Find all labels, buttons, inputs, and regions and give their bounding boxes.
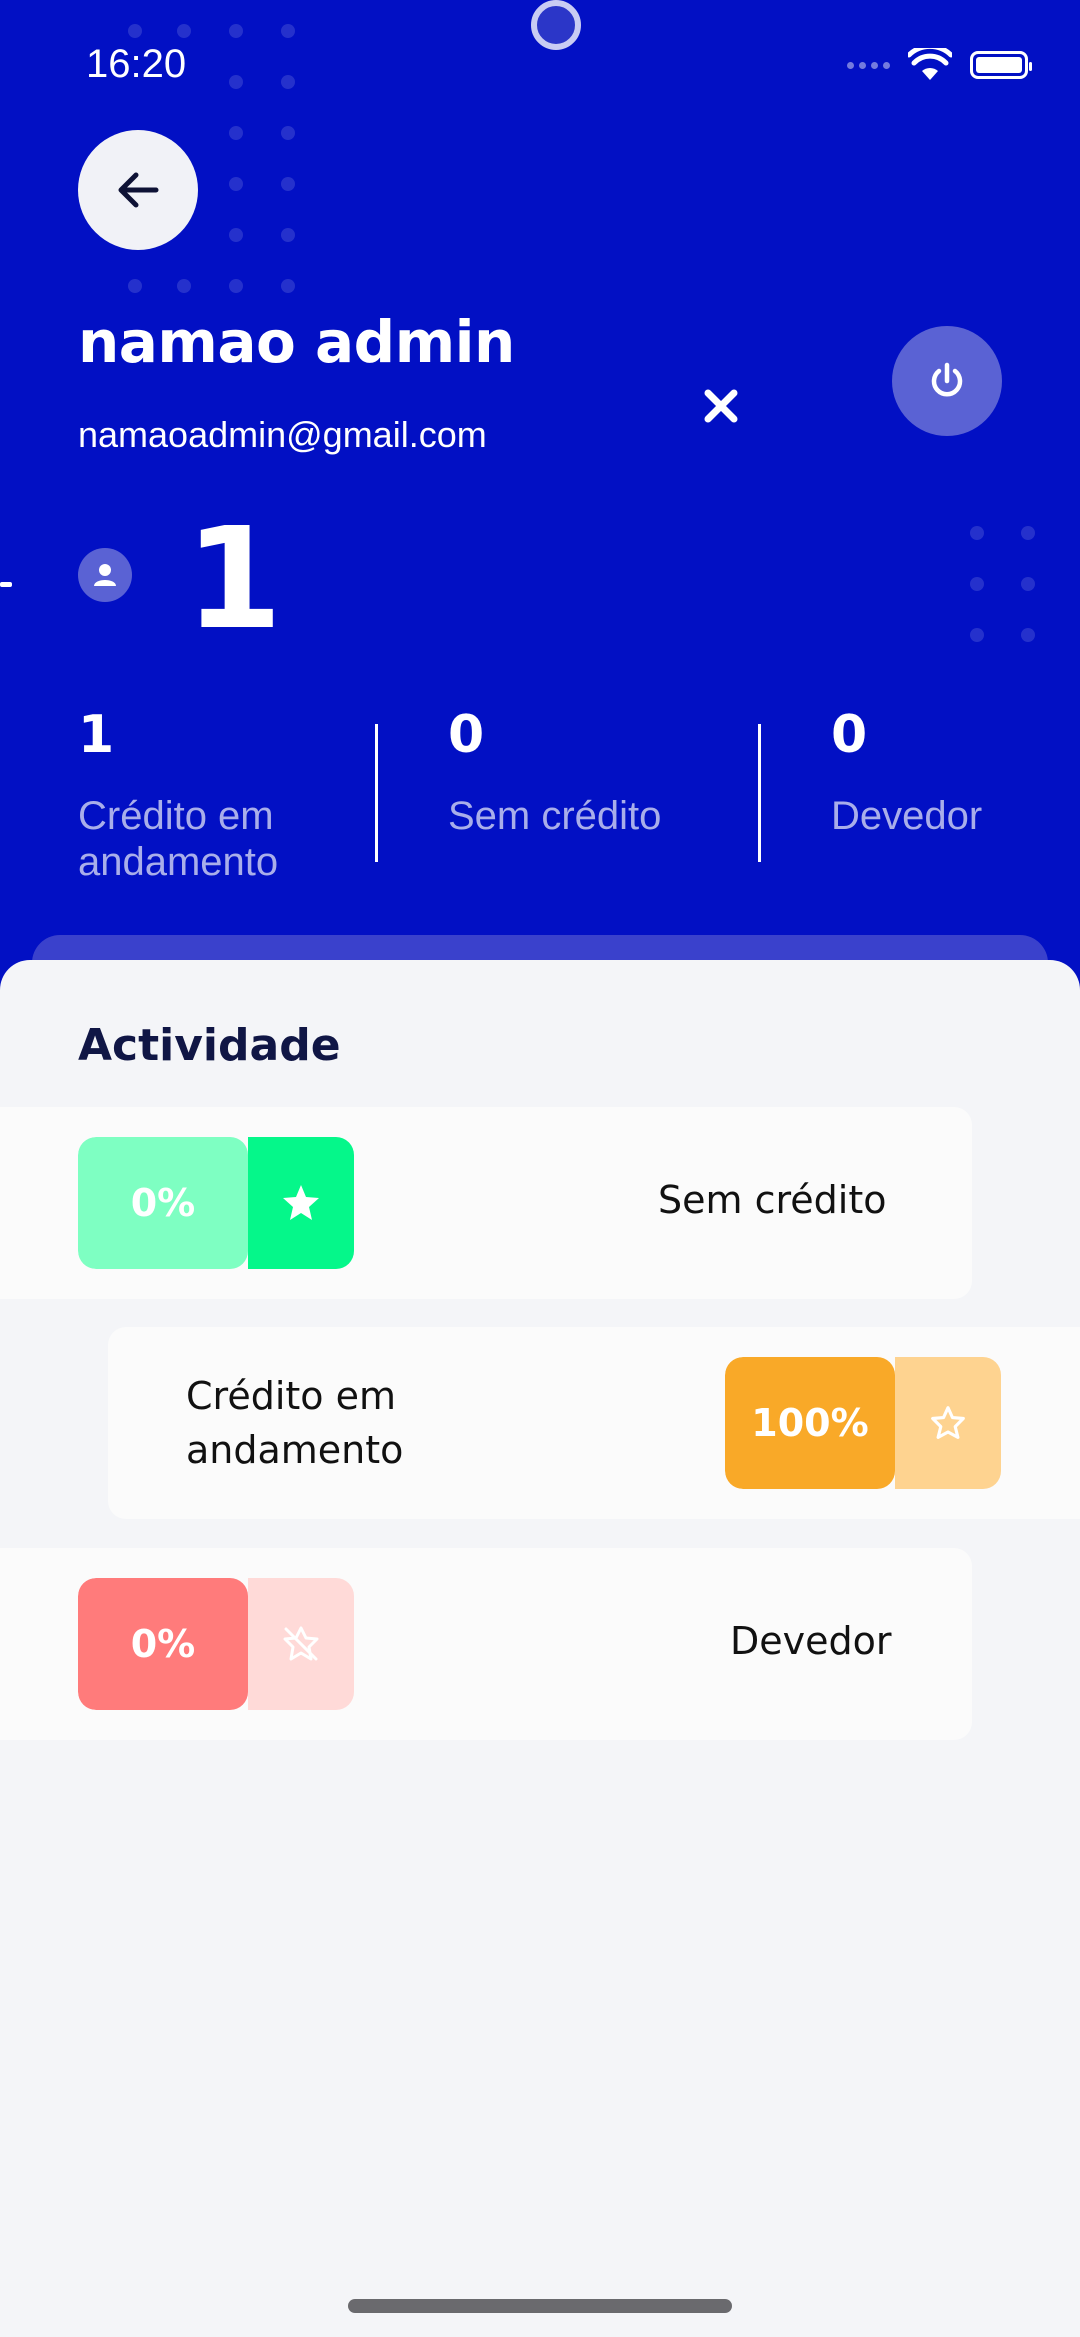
user-name: namao admin [78,308,515,376]
signal-icon [847,61,890,69]
logout-button[interactable] [892,326,1002,436]
stat-value: 0 [831,705,868,765]
status-icons [847,48,1032,82]
progress-percent: 0% [78,1137,248,1269]
activity-item-debtor[interactable]: 0% Devedor [0,1548,972,1740]
progress-pill: 0% [78,1578,354,1710]
client-count: 1 [185,498,283,661]
power-icon [931,362,963,397]
home-indicator[interactable] [348,2299,732,2313]
user-email: namaoadmin@gmail.com [78,414,487,455]
stat-label: Crédito em andamento [78,794,279,884]
decorative-tick [0,582,12,587]
close-button[interactable] [700,385,742,427]
back-button[interactable] [78,130,198,250]
progress-percent: 100% [725,1357,895,1489]
activity-label: Devedor [730,1619,892,1663]
stat-no-credit: 0 Sem crédito [448,705,661,839]
activity-label: Sem crédito [658,1178,887,1222]
user-icon [78,548,132,602]
arrow-left-icon [118,172,159,208]
status-time: 16:20 [86,42,187,86]
star-outline-icon [895,1357,1001,1489]
progress-pill: 0% [78,1137,354,1269]
progress-percent: 0% [78,1578,248,1710]
section-title: Actividade [78,1020,341,1071]
progress-pill: 100% [725,1357,1001,1489]
camera-cutout [531,0,581,50]
stat-label: Devedor [831,794,983,838]
activity-label: Crédito em andamento [186,1374,404,1472]
stat-credit-in-progress: 1 Crédito em andamento [78,705,338,885]
battery-icon [970,51,1032,79]
star-filled-icon [248,1137,354,1269]
stat-divider [758,724,761,862]
close-icon [704,389,738,423]
stat-value: 1 [78,705,115,765]
stat-debtor: 0 Devedor [831,705,982,839]
activity-item-no-credit[interactable]: 0% Sem crédito [0,1107,972,1299]
stat-divider [375,724,378,862]
profile-header: 16:20 namao admin namaoadmin@gmail.com 1… [0,0,1080,1000]
stat-value: 0 [448,705,485,765]
star-off-icon [248,1578,354,1710]
activity-item-credit-in-progress[interactable]: Crédito em andamento 100% [108,1327,1080,1519]
wifi-icon [908,48,952,80]
stat-label: Sem crédito [448,794,662,838]
